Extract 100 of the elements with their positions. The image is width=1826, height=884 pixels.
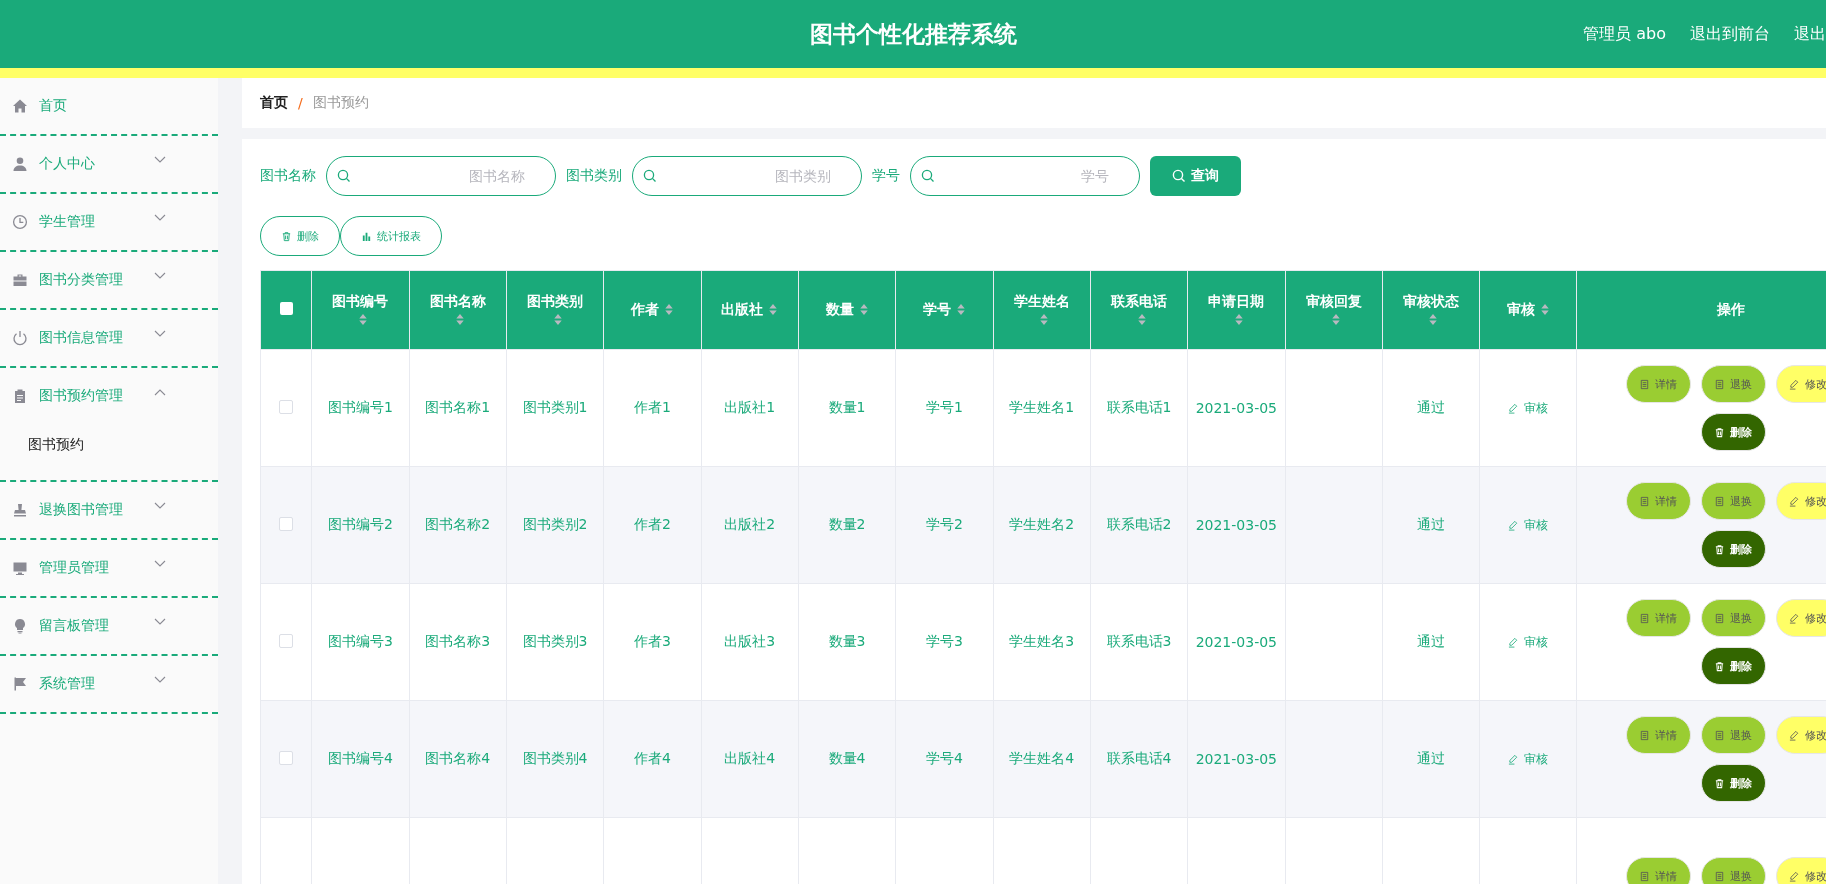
chevron-down-icon: [154, 330, 166, 338]
search-icon: [921, 169, 935, 183]
sort-icon: [1331, 313, 1342, 326]
trash-icon: [1714, 543, 1726, 555]
document-icon: [1639, 870, 1651, 882]
clipboard-icon: [12, 388, 28, 404]
trash-icon: [1714, 777, 1726, 789]
table-cell: 图书类别2: [522, 516, 588, 532]
select-all-checkbox[interactable]: [279, 302, 293, 315]
detail-button[interactable]: 详情: [1626, 599, 1691, 637]
table-cell: 图书编号2: [327, 516, 393, 532]
sidebar-item[interactable]: 图书预约管理: [0, 368, 218, 424]
table-cell: 出版社3: [724, 633, 776, 649]
return-button[interactable]: 退换: [1701, 599, 1766, 637]
delete-button[interactable]: 删除: [260, 216, 340, 256]
search-field[interactable]: 图书类别: [632, 156, 862, 196]
detail-button[interactable]: 详情: [1626, 365, 1691, 403]
table-cell: 图书类别4: [522, 750, 588, 766]
column-header[interactable]: 申请日期: [1187, 270, 1285, 350]
chevron-down-icon: [154, 618, 166, 626]
row-checkbox[interactable]: [279, 516, 294, 531]
table-cell: 作者2: [633, 516, 671, 532]
column-header[interactable]: 学生姓名: [993, 270, 1091, 350]
delete-button[interactable]: 删除: [1701, 413, 1766, 451]
person-icon: [12, 156, 28, 172]
return-button[interactable]: 退换: [1701, 365, 1766, 403]
sort-icon: [858, 303, 869, 316]
document-icon: [1639, 378, 1651, 390]
table-cell: 联系电话1: [1106, 399, 1172, 415]
sort-icon: [1233, 313, 1244, 326]
row-checkbox[interactable]: [279, 750, 294, 765]
review-link[interactable]: 审核: [1508, 516, 1549, 534]
chevron-down-icon: [154, 214, 166, 222]
sort-icon: [955, 303, 966, 316]
sidebar-subitem[interactable]: 图书预约: [0, 424, 218, 480]
table-cell: 图书编号4: [327, 750, 393, 766]
header-link[interactable]: 退出: [1794, 23, 1826, 45]
report-button[interactable]: 统计报表: [340, 216, 442, 256]
table-cell: 2021-03-05: [1195, 634, 1277, 650]
column-header[interactable]: 联系电话: [1090, 270, 1188, 350]
row-checkbox[interactable]: [279, 633, 294, 648]
column-header[interactable]: 图书名称: [409, 270, 507, 350]
delete-button[interactable]: 删除: [1701, 764, 1766, 802]
breadcrumb-item[interactable]: 首页: [260, 94, 288, 112]
sidebar-item[interactable]: 留言板管理: [0, 598, 218, 654]
search-icon: [1172, 169, 1186, 183]
search-field[interactable]: 学号: [910, 156, 1140, 196]
sidebar-item[interactable]: 系统管理: [0, 656, 218, 712]
table-cell: 图书名称4: [425, 750, 491, 766]
sidebar-item[interactable]: 图书信息管理: [0, 310, 218, 366]
table-cell: 学号2: [925, 516, 963, 532]
detail-button[interactable]: 详情: [1626, 716, 1691, 754]
review-link[interactable]: 审核: [1508, 399, 1549, 417]
delete-button[interactable]: 删除: [1701, 530, 1766, 568]
table-cell: 图书名称1: [425, 399, 491, 415]
table-cell: 图书名称2: [425, 516, 491, 532]
column-header[interactable]: 出版社: [701, 270, 799, 350]
briefcase-icon: [12, 272, 28, 288]
table-cell: 2021-03-05: [1195, 751, 1277, 767]
field-label: 学号: [872, 167, 900, 185]
sidebar-item[interactable]: 退换图书管理: [0, 482, 218, 538]
table-cell: 联系电话4: [1106, 750, 1172, 766]
column-header[interactable]: 审核: [1479, 270, 1577, 350]
column-header[interactable]: 作者: [603, 270, 702, 350]
header-link[interactable]: 管理员 abo: [1583, 23, 1666, 45]
review-link[interactable]: 审核: [1508, 750, 1549, 768]
column-header[interactable]: 操作: [1577, 270, 1826, 350]
return-button[interactable]: 退换: [1701, 857, 1766, 884]
sidebar-item[interactable]: 学生管理: [0, 194, 218, 250]
sidebar-item[interactable]: 首页: [0, 78, 218, 134]
delete-button[interactable]: 删除: [1701, 647, 1766, 685]
return-button[interactable]: 退换: [1701, 716, 1766, 754]
table-cell: 数量4: [828, 750, 866, 766]
column-header[interactable]: 图书编号: [311, 270, 410, 350]
sort-icon: [663, 303, 674, 316]
sidebar-item[interactable]: 图书分类管理: [0, 252, 218, 308]
table-cell: 通过: [1417, 516, 1445, 532]
detail-button[interactable]: 详情: [1626, 482, 1691, 520]
column-header[interactable]: 学号: [895, 270, 993, 350]
header-link[interactable]: 退出到前台: [1690, 23, 1770, 45]
document-icon: [1714, 870, 1726, 882]
detail-button[interactable]: 详情: [1626, 857, 1691, 884]
table-cell: 学生姓名2: [1009, 516, 1075, 532]
table-cell: 作者3: [633, 633, 671, 649]
column-header[interactable]: 图书类别: [506, 270, 604, 350]
review-link[interactable]: 审核: [1508, 633, 1549, 651]
trash-icon: [1714, 660, 1726, 672]
sidebar-item[interactable]: 管理员管理: [0, 540, 218, 596]
return-button[interactable]: 退换: [1701, 482, 1766, 520]
column-header[interactable]: 审核状态: [1382, 270, 1480, 350]
search-field[interactable]: 图书名称: [326, 156, 556, 196]
sidebar-item[interactable]: 个人中心: [0, 136, 218, 192]
row-checkbox[interactable]: [279, 399, 294, 414]
table-cell: 出版社1: [724, 399, 776, 415]
column-header[interactable]: 数量: [798, 270, 896, 350]
search-button[interactable]: 查询: [1150, 156, 1241, 196]
table-cell: 作者4: [633, 750, 671, 766]
pencil-icon: [1508, 519, 1520, 531]
column-header[interactable]: 审核回复: [1285, 270, 1383, 350]
table-cell: 学生姓名4: [1009, 750, 1075, 766]
